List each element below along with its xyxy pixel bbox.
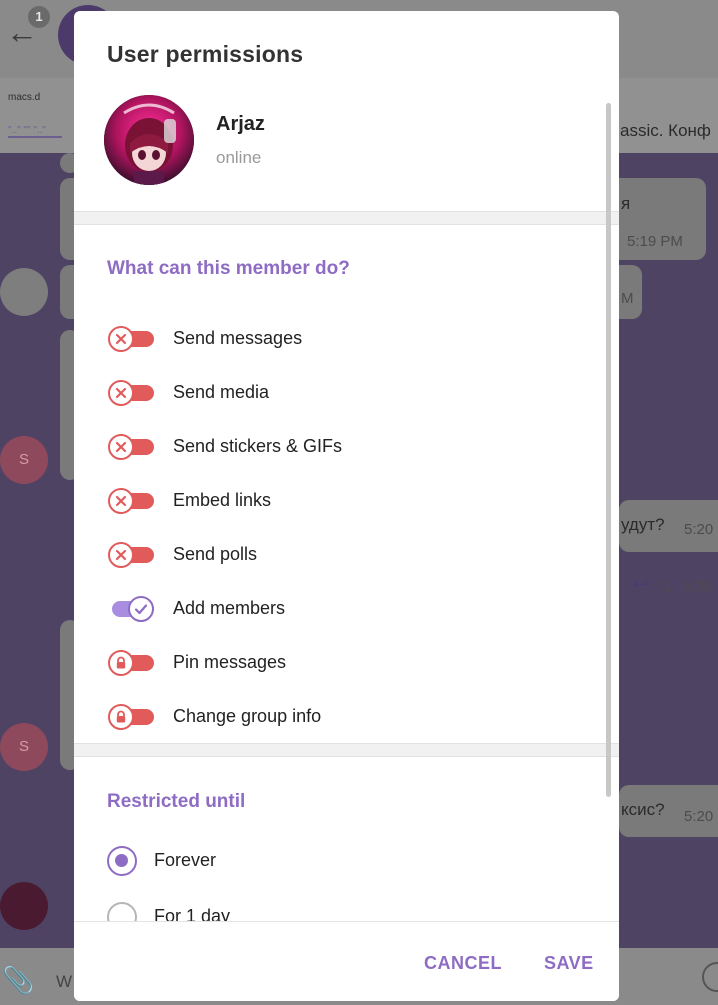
x-icon — [108, 434, 134, 460]
permission-toggle[interactable] — [108, 650, 154, 676]
permission-label: Change group info — [173, 706, 322, 726]
section-divider — [74, 743, 619, 757]
restricted-option[interactable]: For 1 day — [74, 902, 619, 921]
message-text: я — [621, 194, 631, 213]
restricted-section-title: Restricted until — [107, 791, 246, 812]
scrollbar[interactable] — [606, 103, 611, 797]
permission-row[interactable]: Send polls — [74, 534, 619, 588]
lock-icon — [108, 650, 134, 676]
message-input-placeholder: W — [56, 972, 73, 991]
reply-count: 1 — [663, 578, 672, 595]
permission-label: Pin messages — [173, 652, 287, 672]
user-avatar — [104, 95, 194, 185]
permission-label: Embed links — [173, 490, 272, 510]
permission-toggle[interactable] — [108, 596, 154, 622]
x-icon — [108, 542, 134, 568]
pinned-title: macs.d — [8, 92, 41, 103]
user-name: Arjaz — [216, 113, 265, 135]
dialog-footer: CANCEL SAVE — [74, 921, 619, 1001]
dialog-title: User permissions — [107, 41, 304, 67]
save-button[interactable]: SAVE — [544, 953, 594, 974]
member-avatar — [0, 882, 48, 930]
unread-badge: 1 — [28, 6, 50, 28]
message-time: 5:20 — [684, 808, 714, 825]
message-time: 5:19 PM — [627, 233, 683, 250]
permission-row[interactable]: Pin messages — [74, 642, 619, 696]
permission-label: Add members — [173, 598, 286, 618]
pinned-link: ".." "" ".." — [8, 125, 62, 138]
radio-button[interactable] — [107, 902, 137, 921]
permission-label: Send stickers & GIFs — [173, 436, 343, 456]
permission-toggle[interactable] — [108, 380, 154, 406]
permission-row[interactable]: Add members — [74, 588, 619, 642]
check-icon — [128, 596, 154, 622]
permission-label: Send messages — [173, 328, 303, 348]
member-avatar-letter: S — [0, 436, 48, 484]
message-text: ксис? — [621, 800, 665, 819]
user-permissions-dialog: User permissions Arjaz online What can t… — [74, 11, 619, 1001]
x-icon — [108, 488, 134, 514]
permissions-section-title: What can this member do? — [107, 258, 350, 279]
restricted-option-label: For 1 day — [154, 906, 231, 921]
permission-toggle[interactable] — [108, 434, 154, 460]
permission-toggle[interactable] — [108, 326, 154, 352]
permission-row[interactable]: Send media — [74, 372, 619, 426]
user-info: Arjaz online — [74, 81, 619, 211]
reply-icon[interactable]: ↩ — [633, 574, 648, 595]
radio-button[interactable] — [107, 846, 137, 876]
message-text: удут? — [621, 515, 665, 534]
lock-icon — [108, 704, 134, 730]
permission-row[interactable]: Send messages — [74, 318, 619, 372]
permission-label: Send media — [173, 382, 270, 402]
paperclip-icon[interactable]: 📎 — [2, 965, 34, 996]
restricted-option[interactable]: Forever — [74, 846, 619, 896]
permission-toggle[interactable] — [108, 488, 154, 514]
permissions-scroll-area[interactable]: Arjaz online What can this member do? Se… — [74, 81, 619, 921]
cancel-button[interactable]: CANCEL — [424, 953, 502, 974]
message-time: 5:20 — [684, 521, 714, 538]
member-avatar — [0, 268, 48, 316]
x-icon — [108, 380, 134, 406]
section-divider — [74, 211, 619, 225]
permission-row[interactable]: Change group info — [74, 696, 619, 750]
permission-label: Send polls — [173, 544, 258, 564]
x-icon — [108, 326, 134, 352]
permission-row[interactable]: Send stickers & GIFs — [74, 426, 619, 480]
user-status: online — [216, 148, 262, 167]
member-avatar-letter: S — [0, 723, 48, 771]
permission-toggle[interactable] — [108, 542, 154, 568]
permission-toggle[interactable] — [108, 704, 154, 730]
restricted-option-label: Forever — [154, 850, 217, 870]
message-time: 5:20 — [684, 578, 714, 595]
pinned-text: assic. Конф — [620, 121, 711, 140]
message-time: M — [621, 290, 634, 307]
permission-row[interactable]: Embed links — [74, 480, 619, 534]
